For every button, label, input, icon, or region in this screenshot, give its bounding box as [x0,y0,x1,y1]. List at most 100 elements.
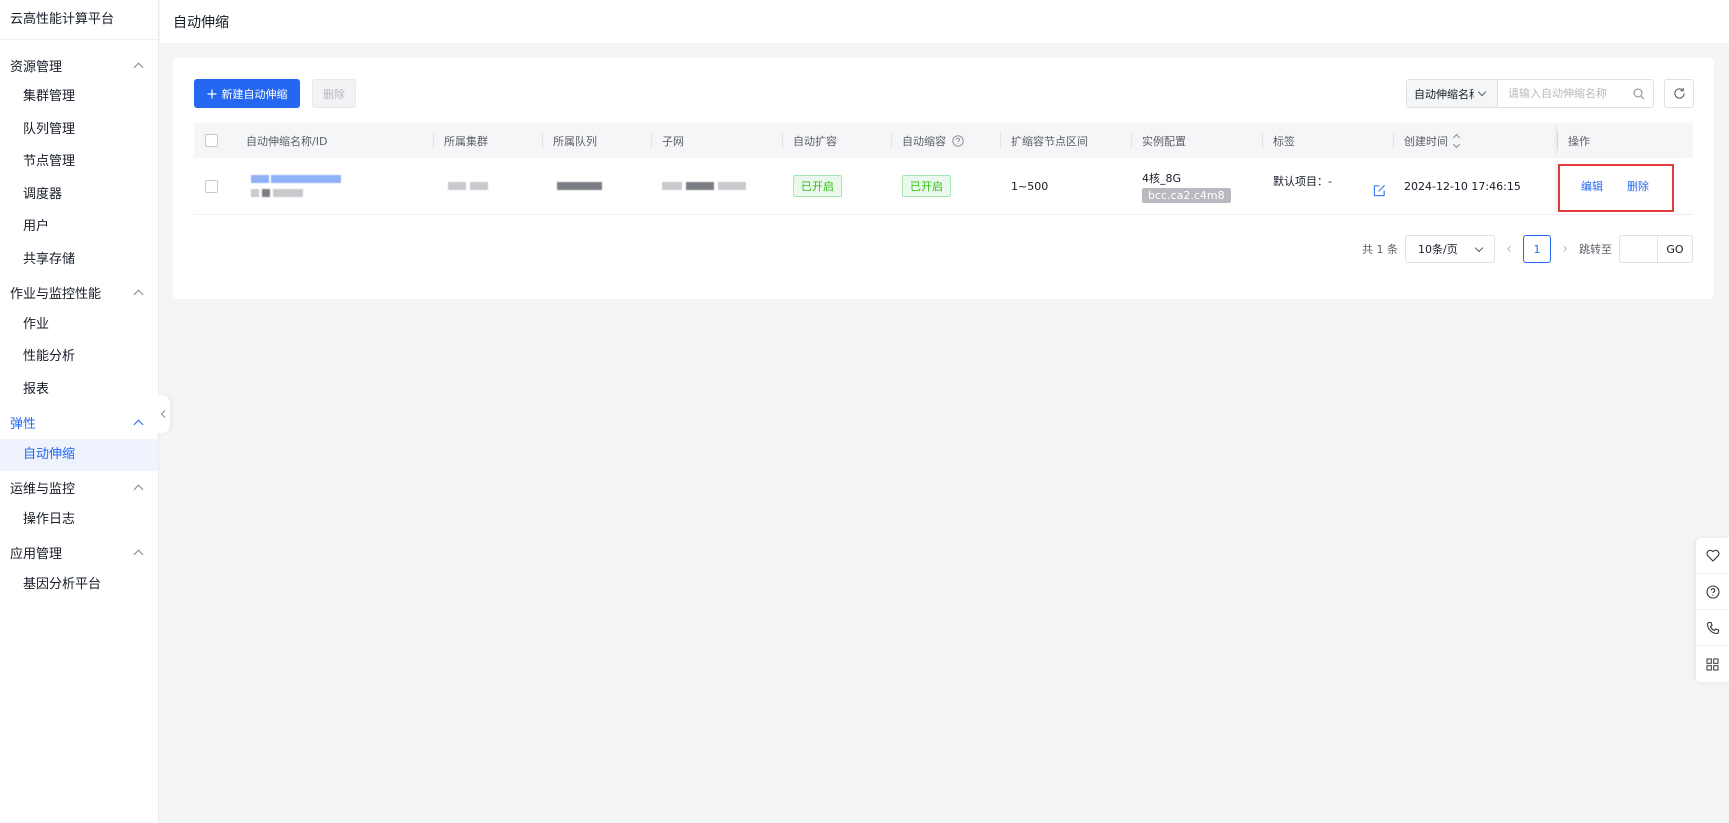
scale-out-status-badge: 已开启 [793,175,842,197]
redacted-cluster [470,182,488,190]
sort-icon[interactable] [1452,133,1461,148]
sidebar-group-label: 运维与监控 [10,482,76,497]
plus-icon [207,89,216,98]
header-checkbox-cell [194,123,236,158]
create-autoscale-button[interactable]: 新建自动伸缩 [194,79,300,108]
page-title: 自动伸缩 [173,14,229,31]
sidebar-group-label: 作业与监控性能 [10,287,102,302]
col-header-label: 自动缩容 [902,134,946,148]
redacted-subnet [662,182,682,190]
col-header-created[interactable]: 创建时间 [1394,123,1558,158]
pagination: 共 1 条 10条/页 ‹ 1 › 跳转至 GO [1362,235,1693,263]
sidebar-group-label: 弹性 [10,417,37,432]
floating-toolbar [1696,538,1729,682]
row-checkbox[interactable] [205,179,218,193]
edit-tag-icon[interactable] [1373,184,1386,197]
autoscale-id [251,189,303,197]
select-all-checkbox[interactable] [205,134,218,147]
sidebar-collapse-handle[interactable] [156,395,170,433]
queue-cell [543,158,652,214]
col-header-label: 创建时间 [1404,134,1448,148]
chevron-up-icon [133,484,144,495]
instance-spec: 4核_8G [1142,171,1182,185]
content-card: 新建自动伸缩 删除 自动伸缩名称 自动伸缩名称/ID 所属集群 所属队列 子网 … [173,58,1714,299]
sidebar-group-apps[interactable]: 应用管理 [0,537,158,569]
delete-button[interactable]: 删除 [312,79,356,108]
page-number-button[interactable]: 1 [1523,235,1551,263]
sidebar-item-shared-storage[interactable]: 共享存储 [0,244,158,276]
redacted-queue [557,182,602,190]
next-page-icon[interactable]: › [1551,241,1579,257]
col-header: 自动扩容 [783,123,892,158]
created-cell: 2024-12-10 17:46:15 [1404,179,1521,193]
help-button[interactable] [1696,574,1729,610]
redacted-id [262,189,270,197]
chevron-left-icon [160,410,166,418]
sidebar-item-perf-analysis[interactable]: 性能分析 [0,341,158,373]
favorite-button[interactable] [1696,538,1729,574]
page-size-select[interactable]: 10条/页 [1405,235,1495,263]
toolbar: 新建自动伸缩 删除 自动伸缩名称 [194,79,1694,109]
search-input[interactable] [1498,80,1625,107]
sidebar-item-autoscale[interactable]: 自动伸缩 [0,438,158,471]
sidebar-item-report[interactable]: 报表 [0,374,158,406]
instance-type-badge: bcc.ca2.c4m8 [1142,187,1231,203]
sidebar-group-ops[interactable]: 运维与监控 [0,472,158,504]
phone-icon [1706,621,1719,634]
contact-button[interactable] [1696,610,1729,646]
col-header: 子网 [652,123,783,158]
sidebar-group-label: 应用管理 [10,547,63,562]
sidebar-item-job[interactable]: 作业 [0,309,158,341]
sidebar-item-op-log[interactable]: 操作日志 [0,504,158,536]
question-icon [1705,584,1720,599]
create-autoscale-label: 新建自动伸缩 [221,87,288,101]
sidebar-item-cluster[interactable]: 集群管理 [0,81,158,113]
name-id-cell [236,158,434,214]
table-row: 已开启 已开启 1~500 4核_8G bcc.ca2.c4m8 默认项目：- … [194,158,1693,215]
redacted-subnet [686,182,714,190]
refresh-button[interactable] [1664,79,1694,108]
jump-page-input[interactable] [1619,235,1657,263]
refresh-icon [1673,87,1685,99]
sidebar-item-user[interactable]: 用户 [0,211,158,243]
sidebar-group-jobs[interactable]: 作业与监控性能 [0,277,158,309]
chevron-up-icon [133,62,144,72]
sidebar-item-queue[interactable]: 队列管理 [0,114,158,146]
instance-spec-cell: 4核_8G bcc.ca2.c4m8 [1132,158,1263,214]
col-header: 实例配置 [1132,123,1263,158]
sidebar-item-scheduler[interactable]: 调度器 [0,179,158,211]
node-range-cell: 1~500 [1011,179,1049,193]
heart-icon [1706,549,1719,562]
row-checkbox-cell [194,158,236,214]
col-header: 操作 [1558,123,1693,158]
col-header: 扩缩容节点区间 [1001,123,1132,158]
apps-button[interactable] [1696,646,1729,682]
search-icon[interactable] [1625,80,1653,107]
sidebar-group-resource[interactable]: 资源管理 [0,49,158,81]
chevron-up-icon [133,419,144,430]
go-button[interactable]: GO [1657,235,1693,263]
redacted-name [271,175,341,183]
tag-text: 默认项目：- [1273,175,1332,188]
page-header: 自动伸缩 [160,0,1729,43]
col-header: 标签 [1263,123,1394,158]
autoscale-name-link[interactable] [251,175,341,183]
scale-in-status-badge: 已开启 [902,175,951,197]
jump-label: 跳转至 [1579,243,1612,256]
redacted-subnet [718,182,746,190]
redacted-id [251,189,259,197]
sidebar-menu: 资源管理 集群管理 队列管理 节点管理 调度器 用户 共享存储 作业与监控性能 … [0,40,158,601]
sidebar-group-elastic[interactable]: 弹性 [0,407,158,439]
grid-icon [1706,658,1719,670]
sidebar: 云高性能计算平台 资源管理 集群管理 队列管理 节点管理 调度器 用户 共享存储… [0,0,159,823]
prev-page-icon[interactable]: ‹ [1495,241,1523,257]
redacted-name [251,175,269,183]
sidebar-item-node[interactable]: 节点管理 [0,146,158,178]
search-field-label: 自动伸缩名称 [1414,87,1474,101]
search-group: 自动伸缩名称 [1406,79,1654,108]
search-field-select[interactable]: 自动伸缩名称 [1407,80,1498,107]
help-icon[interactable] [952,134,964,147]
highlight-box [1558,164,1674,212]
col-header: 所属队列 [543,123,652,158]
sidebar-item-gene-platform[interactable]: 基因分析平台 [0,569,158,601]
